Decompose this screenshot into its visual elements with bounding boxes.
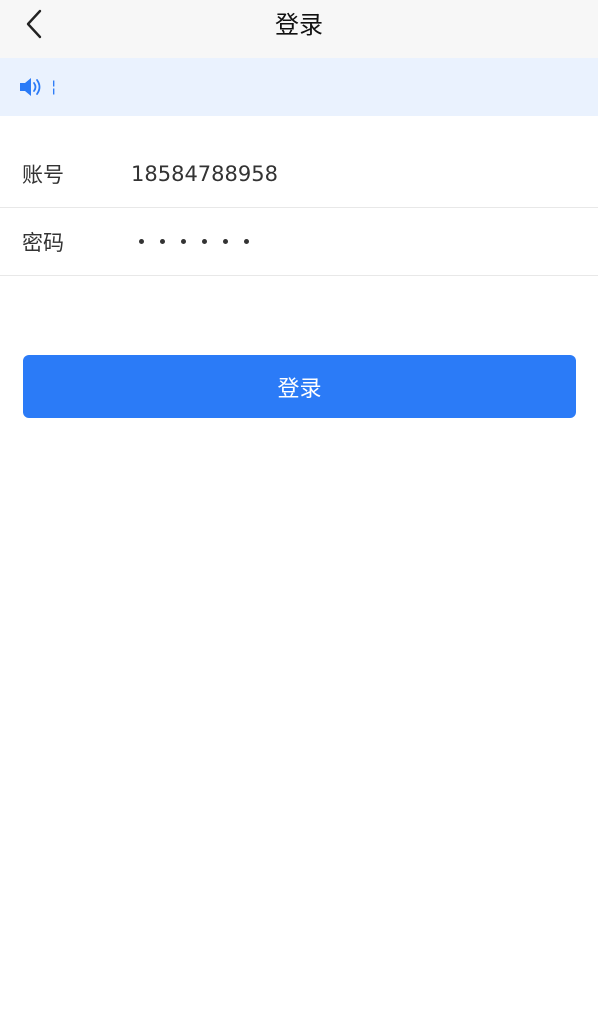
login-button[interactable]: 登录 — [23, 355, 576, 418]
password-mask-dot — [202, 239, 207, 244]
account-row: 账号 — [0, 140, 598, 208]
nav-header: 登录 — [0, 0, 598, 58]
page-title: 登录 — [275, 11, 323, 39]
password-mask-dot — [244, 239, 249, 244]
password-mask-dot — [139, 239, 144, 244]
notice-bar: ¦ — [0, 58, 598, 116]
password-mask-dot — [160, 239, 165, 244]
login-form: 账号 密码 — [0, 140, 598, 276]
password-mask-dot — [181, 239, 186, 244]
account-label: 账号 — [22, 162, 64, 187]
password-input[interactable] — [131, 222, 249, 262]
speaker-icon — [19, 76, 45, 98]
password-mask-dot — [223, 239, 228, 244]
login-page: 登录 ¦ 账号 密码 登录 — [0, 0, 598, 1014]
notice-text: ¦ — [51, 77, 57, 96]
password-row: 密码 — [0, 208, 598, 276]
account-input[interactable] — [131, 153, 571, 194]
password-label: 密码 — [22, 230, 64, 255]
